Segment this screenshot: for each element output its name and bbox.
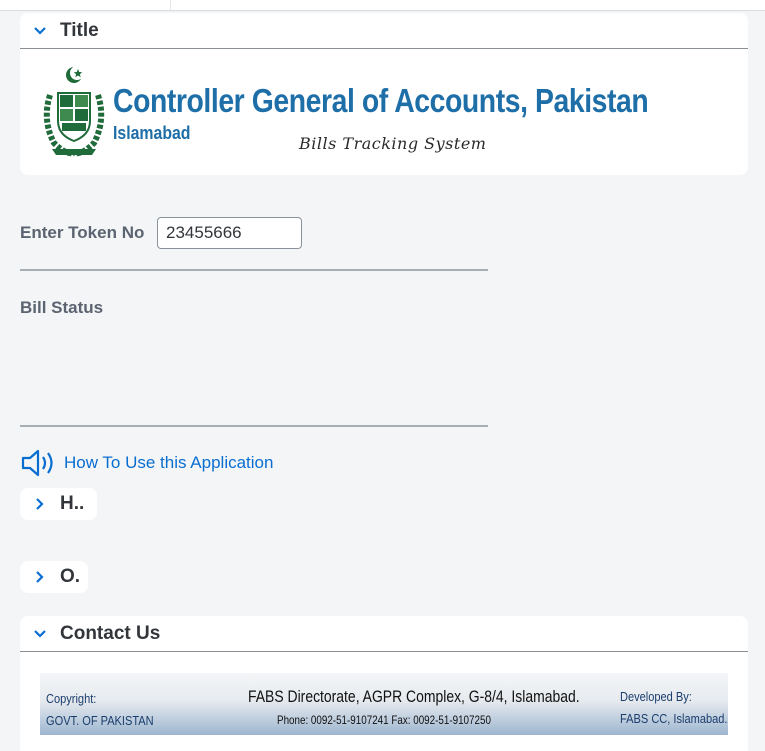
how-to-use-label: How To Use this Application	[64, 453, 274, 472]
collapsed-panel[interactable]: O.	[20, 561, 88, 593]
contact-footer-banner: Copyright: GOVT. OF PAKISTAN FABS Direct…	[40, 673, 728, 735]
org-city: Islamabad	[113, 123, 191, 143]
top-tab-strip	[170, 0, 765, 10]
bill-status-label: Bill Status	[20, 298, 104, 317]
token-label: Enter Token No	[20, 223, 145, 242]
speaker-icon	[21, 449, 53, 477]
title-panel-header[interactable]: Title	[20, 13, 748, 49]
org-name: Controller General of Accounts, Pakistan	[113, 82, 649, 119]
top-bar	[0, 0, 765, 11]
system-name: Bills Tracking System	[299, 134, 487, 153]
collapsed-panel[interactable]: H..	[20, 488, 97, 520]
panel-title: Title	[60, 19, 99, 41]
copyright-label: Copyright:	[46, 691, 97, 706]
contact-phone-fax: Phone: 0092-51-9107241 Fax: 0092-51-9107…	[277, 713, 491, 727]
chevron-down-icon[interactable]	[20, 26, 60, 36]
title-panel: Title	[20, 13, 748, 50]
developed-by-label: Developed By:	[620, 689, 692, 704]
contact-address: FABS Directorate, AGPR Complex, G-8/4, I…	[248, 687, 580, 706]
panel-title: O.	[60, 566, 81, 587]
chevron-down-icon[interactable]	[20, 629, 60, 639]
panel-title: H..	[60, 493, 85, 514]
contact-panel-header[interactable]: Contact Us	[20, 616, 748, 652]
chevron-right-icon[interactable]	[20, 570, 60, 584]
token-input[interactable]	[157, 217, 302, 249]
developer-name: FABS CC, Islamabad.	[620, 711, 728, 726]
panel-title: Contact Us	[60, 622, 161, 644]
chevron-right-icon[interactable]	[20, 497, 60, 511]
separator	[20, 425, 488, 427]
header-banner: Controller General of Accounts, Pakistan…	[20, 49, 748, 175]
how-to-use-link[interactable]: How To Use this Application	[20, 448, 273, 478]
copyright-owner: GOVT. OF PAKISTAN	[46, 713, 154, 728]
separator	[20, 269, 488, 271]
emblem-icon	[43, 66, 105, 157]
